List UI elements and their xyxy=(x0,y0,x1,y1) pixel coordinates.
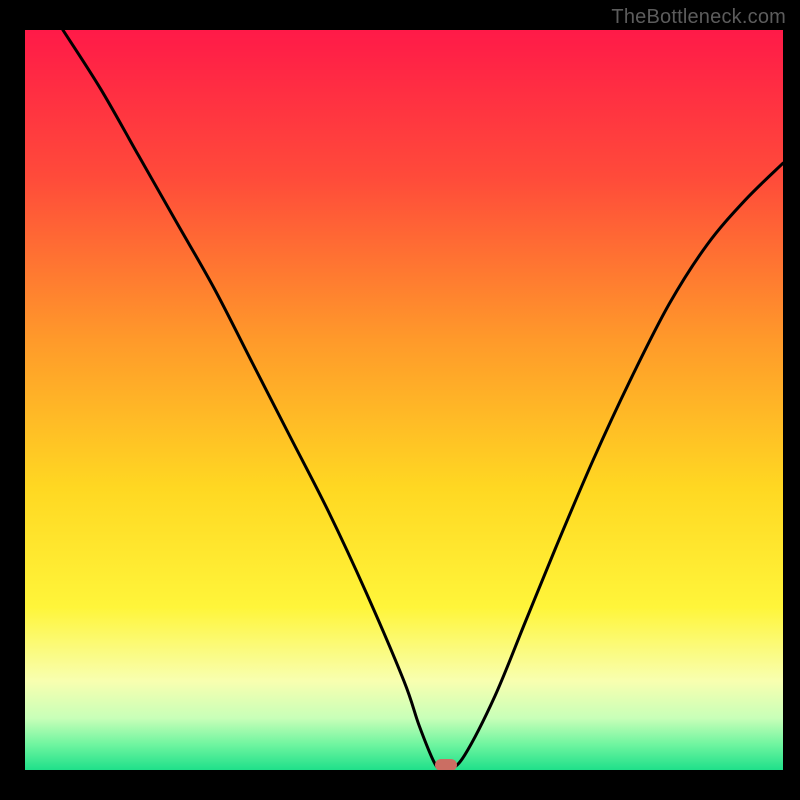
plot-area xyxy=(25,30,783,770)
watermark-text: TheBottleneck.com xyxy=(611,6,786,29)
bottleneck-marker xyxy=(435,759,457,770)
chart-frame: TheBottleneck.com xyxy=(0,0,800,800)
bottleneck-curve xyxy=(25,30,783,770)
